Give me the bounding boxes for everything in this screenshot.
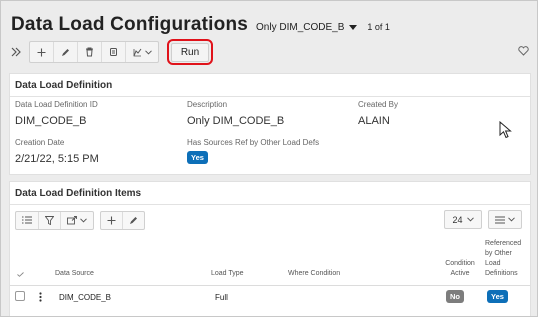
list-view-button[interactable] — [16, 211, 39, 229]
items-view-group — [15, 210, 94, 230]
expand-icon[interactable] — [9, 41, 23, 63]
description-value: Only DIM_CODE_B — [187, 115, 285, 127]
grid-settings-menu[interactable] — [488, 210, 522, 229]
copy-button[interactable] — [102, 42, 126, 62]
edit-item-button[interactable] — [123, 212, 144, 229]
referenced-badge: Yes — [487, 290, 508, 303]
id-label: Data Load Definition ID — [15, 100, 98, 109]
column-header-load-type[interactable]: Load Type — [211, 269, 244, 279]
column-header-text: Condition — [445, 260, 475, 267]
chevron-down-icon — [80, 217, 87, 223]
page-title: Data Load Configurations — [11, 14, 249, 35]
column-header-text: Active — [450, 270, 470, 277]
favorite-heart-icon[interactable] — [518, 45, 529, 59]
run-button[interactable]: Run — [171, 42, 209, 62]
filter-button[interactable] — [39, 211, 61, 229]
condition-active-badge: No — [446, 290, 464, 303]
description-label: Description — [187, 100, 228, 109]
column-header-text: Load — [485, 260, 501, 267]
add-item-button[interactable] — [101, 211, 123, 229]
creation-date-value: 2/21/22, 5:15 PM — [15, 153, 99, 165]
record-count: 1 of 1 — [367, 22, 390, 32]
items-edit-group — [100, 210, 145, 230]
edit-button[interactable] — [54, 42, 78, 62]
row-checkbox[interactable] — [15, 291, 25, 301]
page-header: Data Load Configurations Only DIM_CODE_B… — [1, 1, 537, 69]
column-header-text: Definitions — [485, 270, 518, 277]
column-header-referenced[interactable]: Referenced by Other Load Definitions — [485, 239, 521, 279]
sources-label: Has Sources Ref by Other Load Defs — [187, 138, 320, 147]
chevron-down-icon — [144, 49, 152, 55]
add-icon — [107, 216, 116, 224]
delete-icon — [86, 47, 93, 57]
items-title: Data Load Definition Items — [15, 188, 142, 199]
view-selector[interactable]: Only DIM_CODE_B — [256, 22, 344, 33]
id-value: DIM_CODE_B — [15, 115, 87, 127]
delete-button[interactable] — [78, 42, 102, 62]
cell-data-source: DIM_CODE_B — [59, 293, 112, 302]
chevron-down-icon — [466, 217, 474, 222]
actions-icon — [133, 48, 141, 56]
divider — [10, 96, 530, 97]
items-card: Data Load Definition Items 24 Data Sourc… — [9, 181, 531, 316]
filter-icon — [45, 215, 54, 225]
copy-icon — [110, 48, 117, 56]
cell-load-type: Full — [215, 293, 228, 302]
mouse-cursor-icon — [499, 121, 512, 139]
list-icon — [22, 216, 32, 224]
created-by-value: ALAIN — [358, 115, 390, 127]
divider — [10, 204, 530, 205]
actions-menu-button[interactable] — [126, 42, 158, 62]
title-row: Data Load Configurations Only DIM_CODE_B… — [11, 12, 390, 38]
column-header-text: Referenced — [485, 240, 522, 247]
table-row[interactable]: DIM_CODE_B Full No Yes — [10, 286, 530, 316]
column-header-text: by Other — [485, 250, 512, 257]
run-highlight: Run — [167, 39, 213, 65]
export-menu-button[interactable] — [61, 212, 93, 229]
app-window: Data Load Configurations Only DIM_CODE_B… — [0, 0, 538, 317]
page-size-value: 24 — [452, 214, 463, 225]
menu-icon — [495, 215, 505, 224]
definition-title: Data Load Definition — [15, 80, 113, 91]
view-caret-icon[interactable] — [349, 24, 358, 30]
items-toolbar — [15, 210, 151, 230]
column-header-condition-active[interactable]: Condition Active — [445, 259, 475, 279]
column-header-data-source[interactable]: Data Source — [55, 269, 94, 279]
chevron-down-icon — [508, 217, 515, 222]
column-header-where-condition[interactable]: Where Condition — [288, 269, 340, 279]
record-toolbar: Run — [9, 39, 213, 65]
sources-yes-badge: Yes — [187, 151, 208, 164]
export-icon — [67, 215, 77, 224]
creation-date-label: Creation Date — [15, 138, 65, 147]
edit-icon — [130, 216, 137, 224]
edit-icon — [62, 48, 69, 56]
select-all-check-icon[interactable] — [17, 272, 24, 277]
definition-card: Data Load Definition Data Load Definitio… — [9, 73, 531, 175]
row-menu-icon[interactable] — [39, 292, 42, 302]
record-actions-group — [29, 41, 159, 63]
add-button[interactable] — [30, 42, 54, 62]
add-icon — [37, 48, 46, 56]
created-by-label: Created By — [358, 100, 399, 109]
page-size-select[interactable]: 24 — [444, 210, 482, 229]
